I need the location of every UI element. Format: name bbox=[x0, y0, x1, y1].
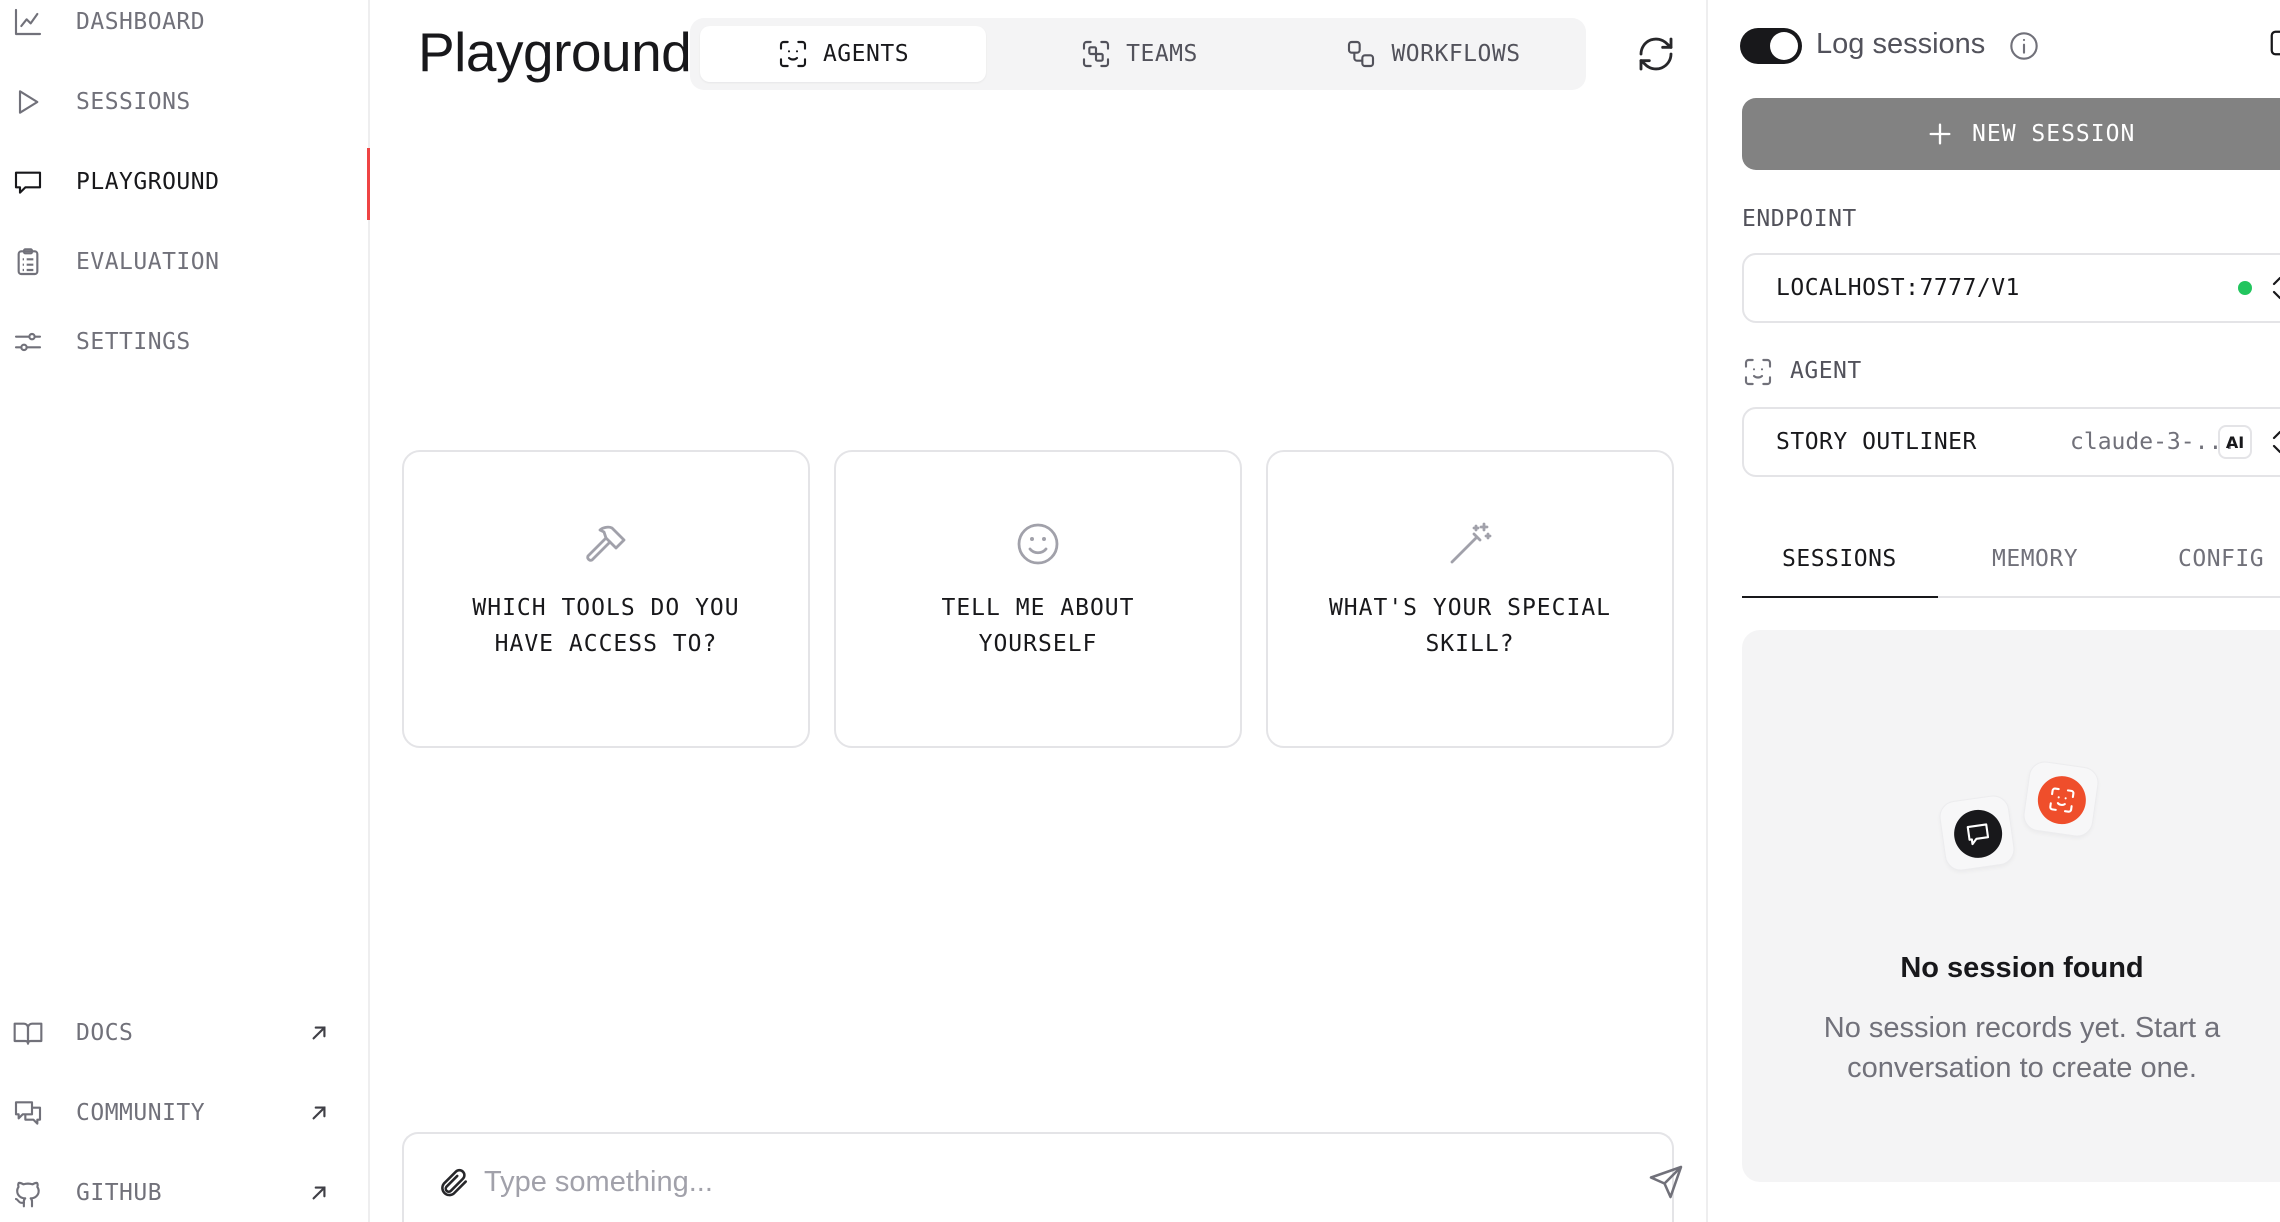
suggestion-text: WHAT'S YOUR SPECIAL SKILL? bbox=[1328, 595, 1612, 657]
tab-sessions[interactable]: SESSIONS bbox=[1782, 546, 1897, 572]
mode-switch: AGENTS TEAMS WORKFLOWS bbox=[690, 18, 1586, 90]
sidebar-item-label: SESSIONS bbox=[76, 89, 191, 115]
send-icon[interactable] bbox=[1648, 1164, 1684, 1200]
sidebar-item-dashboard[interactable]: DASHBOARD bbox=[0, 0, 368, 52]
tab-agents-label: AGENTS bbox=[822, 41, 910, 67]
agent-model: claude-3-... bbox=[2070, 429, 2237, 455]
chevrons-up-down-icon bbox=[2268, 272, 2280, 304]
suggestion-card-tools[interactable]: WHICH TOOLS DO YOU HAVE ACCESS TO? bbox=[402, 450, 810, 748]
sidebar-item-label: COMMUNITY bbox=[76, 1100, 206, 1126]
refresh-button[interactable] bbox=[1636, 34, 1676, 74]
log-sessions-toggle[interactable] bbox=[1740, 28, 1802, 64]
agent-label: AGENT bbox=[1790, 358, 1862, 384]
endpoint-label: ENDPOINT bbox=[1742, 206, 1857, 232]
chart-line-icon bbox=[12, 6, 44, 38]
plus-icon bbox=[1926, 120, 1954, 148]
agent-scan-icon bbox=[1742, 356, 1774, 388]
suggestion-text: TELL ME ABOUT YOURSELF bbox=[941, 595, 1135, 657]
arrow-up-right-icon bbox=[306, 1180, 332, 1206]
tab-teams-label: TEAMS bbox=[1126, 41, 1198, 67]
agent-value: STORY OUTLINER bbox=[1776, 429, 1977, 455]
paperclip-icon[interactable] bbox=[436, 1166, 470, 1200]
sidebar-item-sessions[interactable]: SESSIONS bbox=[0, 72, 368, 132]
sidebar-item-community[interactable]: COMMUNITY bbox=[0, 1083, 368, 1143]
toggle-knob bbox=[1770, 32, 1798, 60]
active-indicator bbox=[367, 148, 370, 220]
sidebar-item-label: EVALUATION bbox=[76, 249, 220, 275]
active-tab-underline bbox=[1742, 596, 1938, 598]
book-open-icon bbox=[12, 1017, 44, 1049]
log-sessions-label: Log sessions bbox=[1816, 28, 1986, 60]
chat-input-bar bbox=[402, 1132, 1683, 1222]
empty-state: No session found No session records yet.… bbox=[1742, 630, 2280, 1182]
scan-face-icon bbox=[2046, 784, 2078, 816]
smile-icon bbox=[1014, 520, 1062, 568]
panel-tabs: SESSIONS MEMORY CONFIG bbox=[1742, 532, 2280, 598]
sidebar-item-label: PLAYGROUND bbox=[76, 169, 220, 195]
sidebar-item-settings[interactable]: SETTINGS bbox=[0, 312, 368, 372]
sidebar-item-docs[interactable]: DOCS bbox=[0, 1003, 368, 1063]
chat-bubble-card bbox=[1937, 793, 2017, 873]
status-dot bbox=[2238, 281, 2252, 295]
tab-config[interactable]: CONFIG bbox=[2178, 546, 2264, 572]
sidebar-item-label: SETTINGS bbox=[76, 329, 191, 355]
github-icon bbox=[12, 1177, 44, 1209]
suggestion-card-about[interactable]: TELL ME ABOUT YOURSELF bbox=[834, 450, 1242, 748]
suggestion-text: WHICH TOOLS DO YOU HAVE ACCESS TO? bbox=[472, 595, 740, 657]
endpoint-value: LOCALHOST:7777/V1 bbox=[1776, 275, 2020, 301]
chevrons-up-down-icon bbox=[2268, 426, 2280, 458]
sidebar-item-evaluation[interactable]: EVALUATION bbox=[0, 232, 368, 292]
hammer-icon bbox=[582, 520, 630, 568]
scan-face-icon bbox=[777, 38, 809, 70]
collapse-panel-icon[interactable] bbox=[2268, 28, 2280, 58]
arrow-up-right-icon bbox=[306, 1100, 332, 1126]
tab-memory[interactable]: MEMORY bbox=[1992, 546, 2078, 572]
sidebar-item-playground[interactable]: PLAYGROUND bbox=[0, 152, 368, 212]
sidebar-item-github[interactable]: GITHUB bbox=[0, 1163, 368, 1222]
new-session-label: NEW SESSION bbox=[1972, 121, 2136, 147]
messages-icon bbox=[12, 1097, 44, 1129]
page-title: Playground bbox=[418, 21, 692, 83]
agent-dot bbox=[2034, 773, 2089, 828]
sidebar-item-label: DASHBOARD bbox=[76, 9, 206, 35]
tab-agents[interactable]: AGENTS bbox=[700, 26, 986, 82]
message-square-icon bbox=[12, 166, 44, 198]
sidebar: DASHBOARD SESSIONS PLAYGROUND EVALUATION… bbox=[0, 0, 370, 1222]
session-panel: Log sessions NEW SESSION ENDPOINT LOCALH… bbox=[1706, 0, 2280, 1222]
sidebar-item-label: DOCS bbox=[76, 1020, 134, 1046]
info-icon[interactable] bbox=[2008, 30, 2040, 62]
refresh-icon bbox=[1636, 34, 1676, 74]
message-square-icon bbox=[1962, 818, 1994, 850]
arrow-up-right-icon bbox=[306, 1020, 332, 1046]
agent-bubble-card bbox=[2021, 759, 2101, 839]
sliders-icon bbox=[12, 326, 44, 358]
tab-teams[interactable]: TEAMS bbox=[996, 26, 1282, 82]
message-input[interactable] bbox=[484, 1156, 1544, 1208]
team-scan-icon bbox=[1080, 38, 1112, 70]
suggestion-card-skill[interactable]: WHAT'S YOUR SPECIAL SKILL? bbox=[1266, 450, 1674, 748]
magic-wand-icon bbox=[1446, 520, 1494, 568]
agent-select[interactable]: STORY OUTLINER claude-3-... AI bbox=[1742, 407, 2280, 477]
empty-state-title: No session found bbox=[1900, 952, 2144, 984]
workflow-icon bbox=[1345, 38, 1377, 70]
endpoint-select[interactable]: LOCALHOST:7777/V1 bbox=[1742, 253, 2280, 323]
new-session-button[interactable]: NEW SESSION bbox=[1742, 98, 2280, 170]
clipboard-list-icon bbox=[12, 246, 44, 278]
empty-state-description: No session records yet. Start a conversa… bbox=[1823, 1012, 2221, 1084]
sidebar-item-label: GITHUB bbox=[76, 1180, 163, 1206]
anthropic-logo-icon: AI bbox=[2218, 425, 2252, 459]
tab-workflows[interactable]: WORKFLOWS bbox=[1290, 26, 1576, 82]
tab-workflows-label: WORKFLOWS bbox=[1391, 41, 1521, 67]
play-icon bbox=[12, 86, 44, 118]
playground-main: Playground AGENTS TEAMS WORKFLOWS WHICH … bbox=[372, 0, 1706, 1222]
chat-dot bbox=[1951, 806, 2006, 861]
